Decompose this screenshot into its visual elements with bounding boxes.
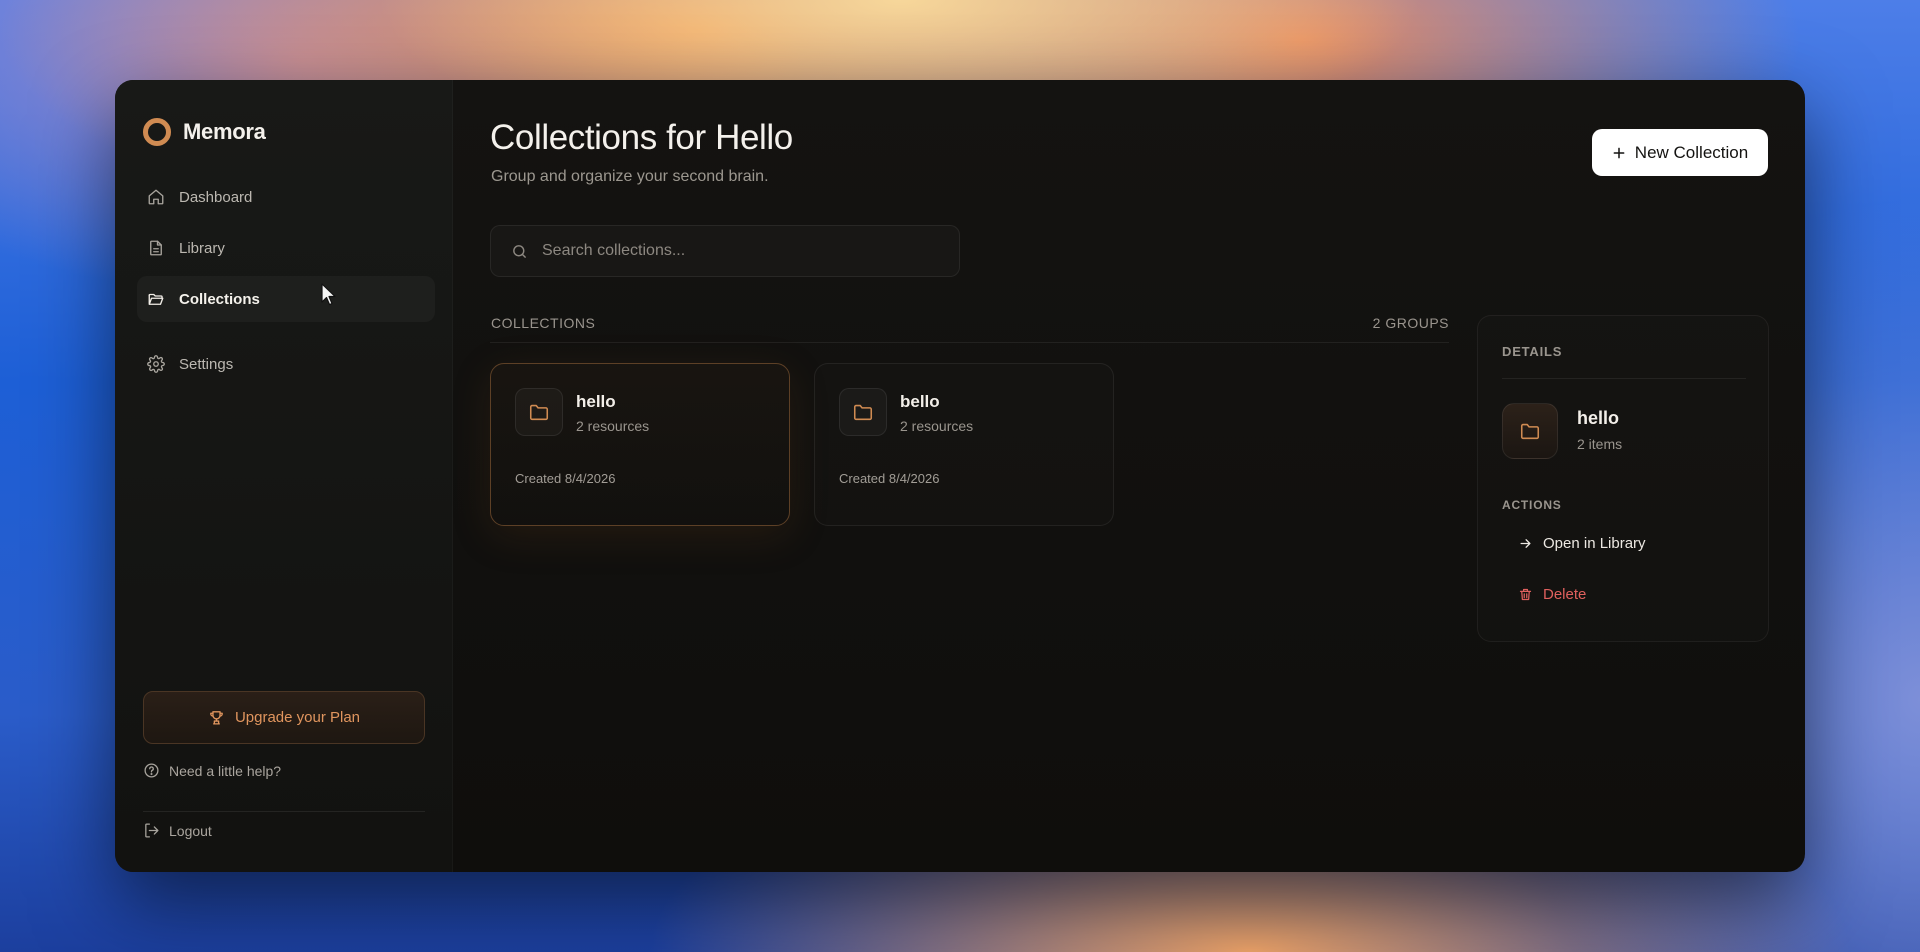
plus-icon: [1613, 147, 1625, 158]
search-icon: [513, 244, 526, 258]
help-circle-icon: [144, 763, 159, 778]
app-window: Memora Dashboard Library Collections Set…: [115, 80, 1805, 872]
sidebar: Memora Dashboard Library Collections Set…: [115, 80, 453, 872]
sidebar-item-dashboard[interactable]: Dashboard: [137, 174, 435, 220]
sidebar-item-collections[interactable]: Collections: [137, 276, 435, 322]
details-item-count: 2 items: [1577, 436, 1623, 452]
folder-open-icon: [148, 293, 164, 305]
brand[interactable]: Memora: [143, 118, 266, 146]
logout-icon: [145, 823, 159, 838]
delete-label: Delete: [1543, 586, 1587, 603]
upgrade-plan-button[interactable]: Upgrade your Plan: [143, 691, 425, 744]
new-collection-label: New Collection: [1634, 142, 1749, 162]
mouse-cursor-icon: [321, 283, 336, 306]
sidebar-item-label: Library: [179, 239, 225, 257]
collection-name: bello: [900, 392, 940, 411]
page-subtitle: Group and organize your second brain.: [491, 168, 769, 185]
collection-count: 2 resources: [576, 418, 650, 434]
sidebar-divider: [143, 811, 425, 812]
details-panel: DETAILS hello 2 items ACTIONS Open in Li…: [1477, 315, 1769, 642]
sidebar-item-settings[interactable]: Settings: [137, 341, 435, 387]
logout-button[interactable]: Logout: [143, 822, 212, 839]
folder-icon: [839, 388, 887, 436]
folder-icon: [1502, 403, 1558, 459]
gear-icon: [147, 355, 165, 373]
sidebar-item-label: Dashboard: [179, 188, 253, 206]
help-link[interactable]: Need a little help?: [143, 762, 281, 779]
logo-icon: [143, 118, 171, 146]
collection-created-date: Created 8/4/2026: [515, 471, 616, 486]
actions-label: ACTIONS: [1502, 498, 1562, 512]
sidebar-item-label: Collections: [179, 290, 260, 308]
arrow-right-icon: [1520, 539, 1531, 548]
logout-label: Logout: [169, 822, 212, 839]
open-in-library-button[interactable]: Open in Library: [1518, 535, 1646, 552]
delete-button[interactable]: Delete: [1518, 586, 1586, 603]
collection-created-date: Created 8/4/2026: [839, 471, 940, 486]
help-label: Need a little help?: [169, 762, 282, 779]
collection-card-bello[interactable]: bello 2 resources Created 8/4/2026: [814, 363, 1114, 526]
collection-name: hello: [576, 392, 616, 411]
section-divider: [490, 342, 1449, 343]
folder-icon: [515, 388, 563, 436]
collection-card-hello[interactable]: hello 2 resources Created 8/4/2026: [490, 363, 790, 526]
page-title: Collections for Hello: [490, 118, 793, 157]
trophy-icon: [210, 711, 223, 725]
details-label: DETAILS: [1502, 344, 1563, 359]
brand-name: Memora: [183, 119, 266, 144]
open-in-library-label: Open in Library: [1543, 535, 1646, 552]
upgrade-plan-label: Upgrade your Plan: [234, 709, 361, 726]
new-collection-button[interactable]: New Collection: [1592, 129, 1768, 176]
document-icon: [150, 240, 162, 256]
collections-count: 2 GROUPS: [1372, 315, 1449, 331]
search-box: [490, 225, 960, 277]
sidebar-item-label: Settings: [179, 355, 234, 373]
search-input[interactable]: [542, 242, 922, 260]
collection-count: 2 resources: [900, 418, 974, 434]
collections-section-label: COLLECTIONS: [491, 315, 596, 331]
details-collection-name: hello: [1577, 408, 1620, 428]
home-icon: [148, 189, 164, 205]
trash-icon: [1519, 588, 1532, 601]
sidebar-item-library[interactable]: Library: [137, 225, 435, 271]
details-divider: [1502, 378, 1746, 379]
